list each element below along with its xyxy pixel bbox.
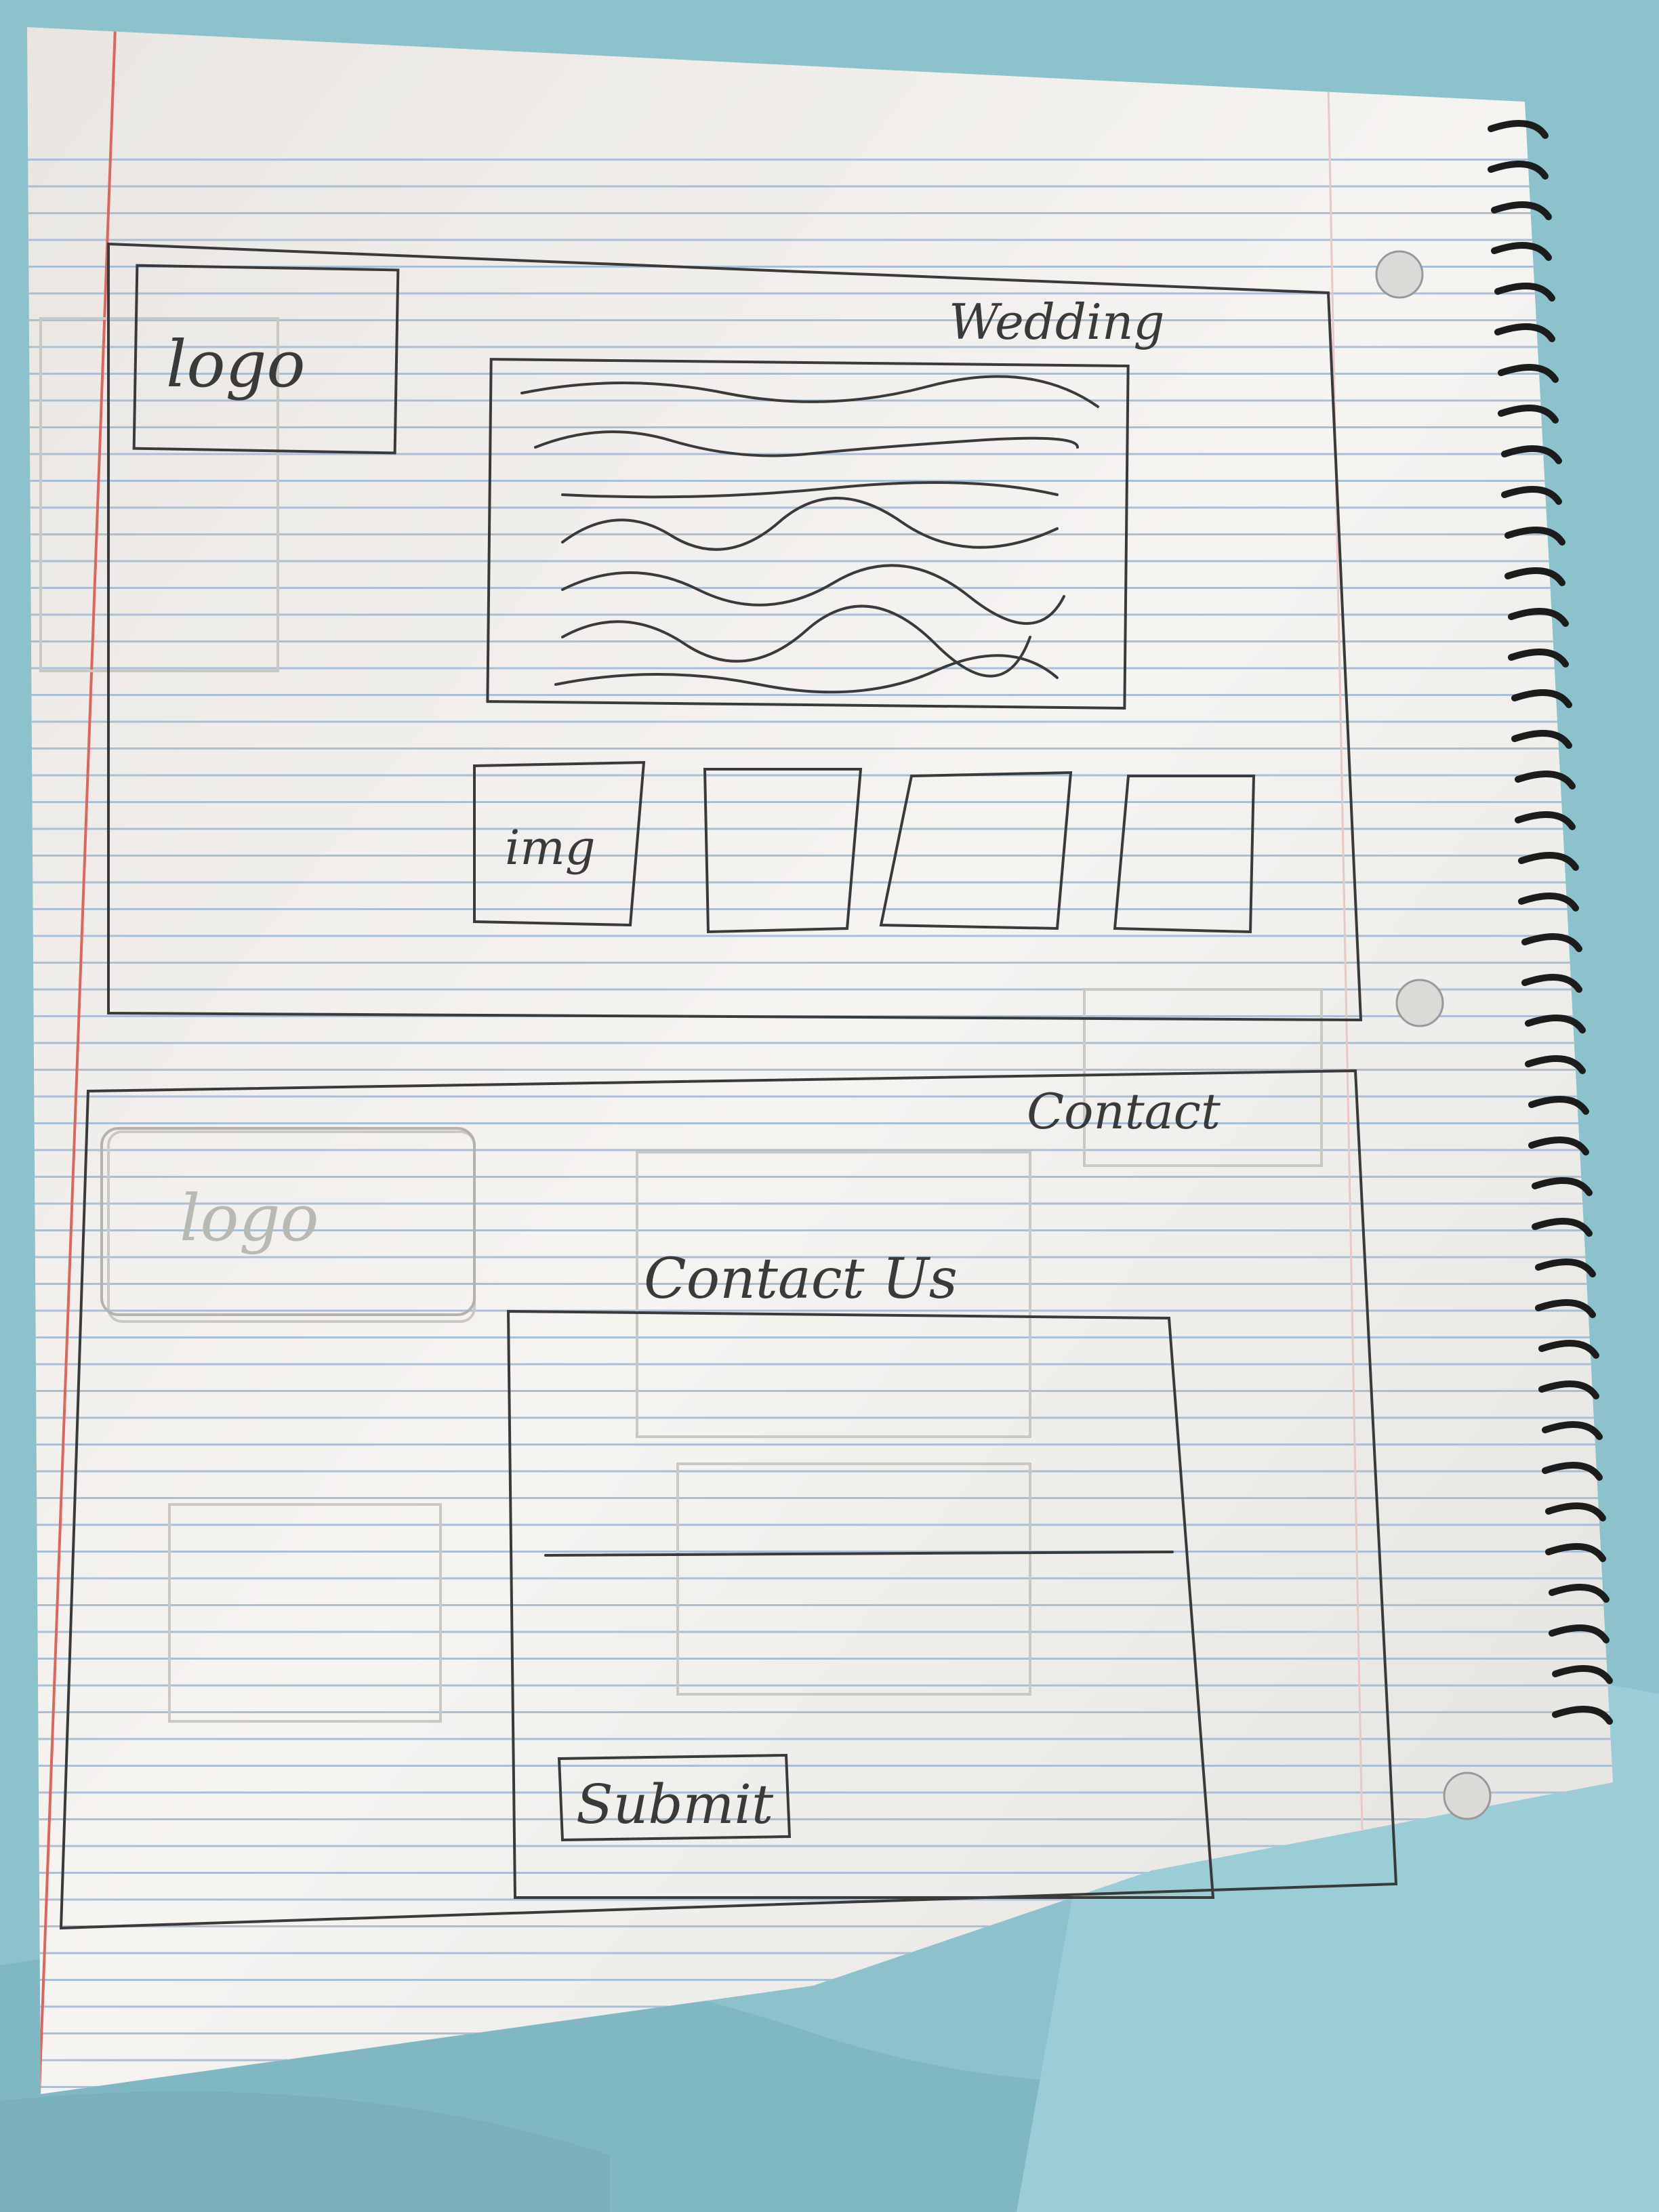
notebook-page: logo Wedding img logo Contact Contact Us…: [27, 27, 1613, 2094]
contact-title: Contact: [1027, 1083, 1221, 1140]
image-label: img: [505, 820, 596, 876]
wedding-title: Wedding: [949, 293, 1164, 350]
logo-label: logo: [166, 327, 306, 402]
ruled-lines: [27, 156, 1613, 2094]
faded-logo-label: logo: [180, 1181, 319, 1256]
binder-hole: [1375, 250, 1424, 299]
binder-hole: [1443, 1771, 1492, 1820]
binder-hole: [1395, 979, 1444, 1027]
contact-us-heading: Contact Us: [644, 1247, 958, 1311]
submit-button-label[interactable]: Submit: [576, 1773, 774, 1836]
